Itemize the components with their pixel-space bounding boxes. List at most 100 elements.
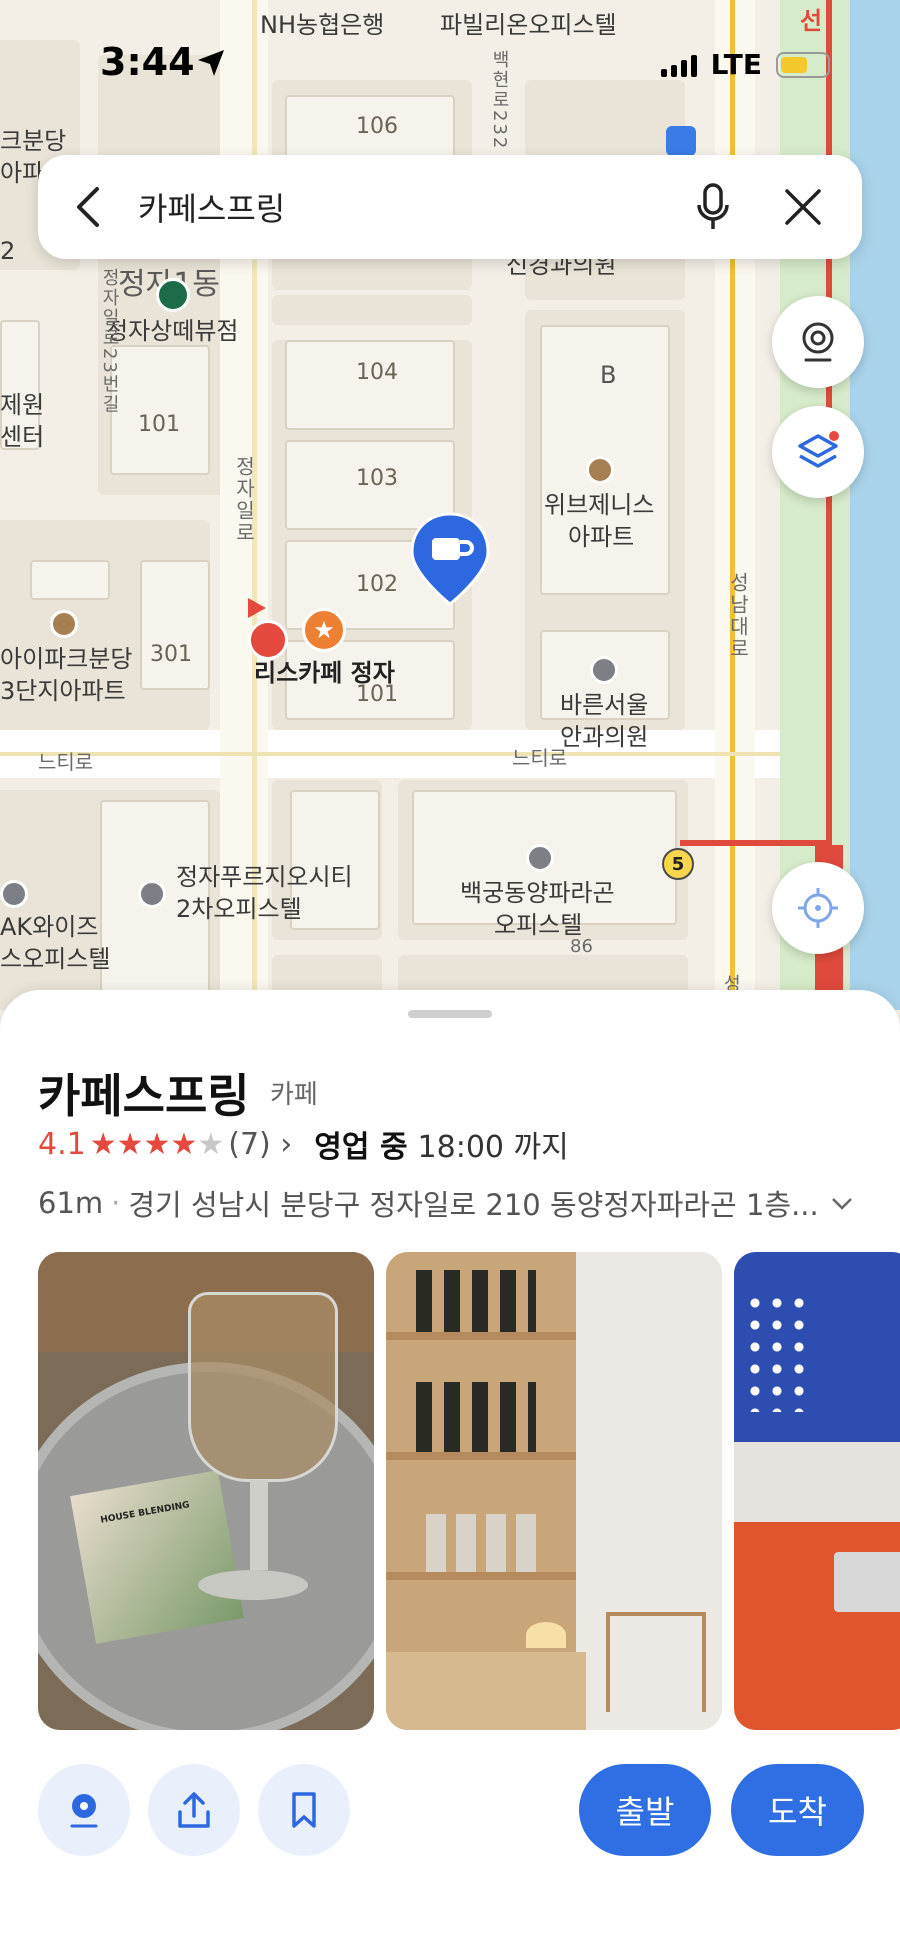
- action-bar: 출발 도착: [38, 1764, 864, 1858]
- address: 경기 성남시 분당구 정자일로 210 동양정자파라곤 1층...: [128, 1188, 819, 1222]
- review-count[interactable]: (7): [228, 1127, 271, 1162]
- place-category: 카페: [270, 1080, 318, 1110]
- arrive-button[interactable]: 도착: [731, 1764, 864, 1856]
- bldg-103: 103: [356, 466, 398, 491]
- label-line: 선: [800, 7, 823, 35]
- star-icon: ★: [116, 1126, 144, 1162]
- sheet-drag-handle[interactable]: [408, 1010, 492, 1018]
- chevron-right-icon: ›: [280, 1126, 293, 1162]
- bldg-104: 104: [356, 360, 398, 385]
- status-bar: 3:44 LTE: [0, 40, 900, 90]
- bldg-101-b: 101: [138, 412, 180, 437]
- bldg-301: 301: [150, 642, 192, 667]
- building-icon-ak: [0, 880, 28, 908]
- search-query[interactable]: 카페스프링: [138, 184, 668, 230]
- label-prugio-2: 2차오피스텔: [176, 895, 302, 923]
- star-marker-icon[interactable]: ★: [302, 608, 346, 652]
- road-jeongja-il-ro-23: 정자일로23번길: [99, 268, 120, 415]
- selected-place-marker[interactable]: [410, 512, 490, 606]
- photo-wine-shelf[interactable]: [386, 1252, 722, 1730]
- close-icon: [785, 189, 821, 225]
- label-bareun-seoul[interactable]: 바른서울: [560, 692, 648, 719]
- label-jeongja-prugio[interactable]: 정자푸르지오시티: [176, 864, 353, 891]
- rating-stars: ★★★★★: [90, 1127, 225, 1162]
- road-86: 86: [570, 936, 593, 957]
- address-row[interactable]: 61m · 경기 성남시 분당구 정자일로 210 동양정자파라곤 1층...: [38, 1182, 868, 1224]
- chevron-down-icon: [831, 1198, 852, 1210]
- share-icon: [178, 1792, 210, 1828]
- bus-stop-icon[interactable]: [666, 126, 696, 156]
- label-ak-officetel: 스오피스텔: [0, 945, 111, 973]
- label-nh-bank[interactable]: NH농협은행: [260, 12, 384, 39]
- road-neuti-ro-mid: 느티로: [512, 746, 568, 770]
- apartment-icon-ipark: [50, 610, 78, 638]
- rating-value: 4.1: [38, 1126, 86, 1162]
- label-apartment: 아파트: [568, 523, 635, 551]
- label-officetel: 오피스텔: [494, 911, 583, 939]
- chevron-left-icon: [77, 187, 99, 227]
- map-view[interactable]: NH농협은행 파빌리온오피스텔 크분당 아파 2 정자1동 정자상떼뷰점 제원 …: [0, 0, 900, 1010]
- distance: 61m: [38, 1186, 104, 1220]
- label-num-2: 2: [0, 237, 16, 265]
- microphone-button[interactable]: [668, 155, 758, 259]
- battery-icon: [776, 51, 830, 78]
- rating-row: 4.1 ★★★★★ (7) › 영업 중 18:00 까지: [38, 1122, 569, 1166]
- label-wibrjenis[interactable]: 위브제니스: [544, 492, 654, 519]
- pin-icon: [70, 1794, 98, 1828]
- red-dot-marker[interactable]: [248, 620, 288, 660]
- map-layers-button[interactable]: [772, 406, 864, 498]
- search-bar[interactable]: 카페스프링: [38, 155, 862, 259]
- hospital-icon: [590, 656, 618, 684]
- place-name: 카페스프링: [38, 1069, 250, 1123]
- crosshair-icon: [798, 888, 838, 928]
- signal-icon: [660, 53, 697, 77]
- photo-interior[interactable]: [734, 1252, 900, 1730]
- bookmark-button[interactable]: [258, 1764, 350, 1856]
- close-button[interactable]: [758, 155, 848, 259]
- share-button[interactable]: [148, 1764, 240, 1856]
- street-view-button[interactable]: [772, 296, 864, 388]
- star-icon: ★: [89, 1126, 117, 1162]
- building-icon-prugio: [138, 880, 166, 908]
- star-icon: ★: [143, 1126, 171, 1162]
- road-jeongja-il-ro: 정자일로: [232, 456, 256, 544]
- label-center: 센터: [0, 423, 45, 451]
- label-bundang-top: 크분당: [0, 127, 67, 155]
- star-icon: ★: [170, 1126, 198, 1162]
- open-hours: 18:00 까지: [417, 1130, 569, 1165]
- street-view-icon: [802, 322, 834, 362]
- status-time: 3:44: [100, 40, 195, 84]
- building-icon-baekgung: [526, 844, 554, 872]
- street-view-action-button[interactable]: [38, 1764, 130, 1856]
- bookmark-icon: [292, 1792, 316, 1828]
- label-rees-cafe[interactable]: 리스카페 정자: [254, 660, 395, 687]
- photo-strip[interactable]: HOUSE BLENDING: [38, 1252, 900, 1730]
- subway-exit-badge[interactable]: 5: [662, 848, 694, 880]
- place-detail-sheet[interactable]: 카페스프링 카페 4.1 ★★★★★ (7) › 영업 중 18:00 까지 6…: [0, 990, 900, 1951]
- network-label: LTE: [710, 48, 762, 81]
- label-baekgung[interactable]: 백궁동양파라곤: [460, 880, 615, 907]
- review-count-link[interactable]: (7) ›: [228, 1127, 292, 1162]
- bldg-106: 106: [356, 114, 398, 139]
- current-location-button[interactable]: [772, 862, 864, 954]
- photo-drink[interactable]: HOUSE BLENDING: [38, 1252, 374, 1730]
- label-ipark-bundang[interactable]: 아이파크분당: [0, 646, 132, 673]
- flag-icon: [248, 598, 266, 618]
- open-status: 영업 중: [314, 1130, 408, 1165]
- label-ipark-3danji: 3단지아파트: [0, 677, 126, 705]
- label-bldg-b: B: [600, 361, 617, 389]
- label-ak-wise[interactable]: AK와이즈: [0, 914, 98, 941]
- layers-icon: [798, 431, 839, 468]
- location-arrow-icon: [196, 48, 226, 82]
- back-button[interactable]: [38, 155, 138, 259]
- label-center-jewon: 제원: [0, 391, 45, 419]
- star-icon: ★: [197, 1126, 225, 1162]
- starbucks-icon[interactable]: [156, 278, 190, 312]
- bldg-102: 102: [356, 572, 398, 597]
- road-seongnam-daero: 성남대로: [726, 572, 750, 660]
- label-pavilion[interactable]: 파빌리온오피스텔: [440, 12, 617, 39]
- label-jeongja-sangte[interactable]: 정자상떼뷰점: [106, 318, 238, 345]
- microphone-icon: [697, 183, 729, 229]
- depart-button[interactable]: 출발: [579, 1764, 711, 1856]
- road-neuti-ro-left: 느티로: [38, 750, 94, 774]
